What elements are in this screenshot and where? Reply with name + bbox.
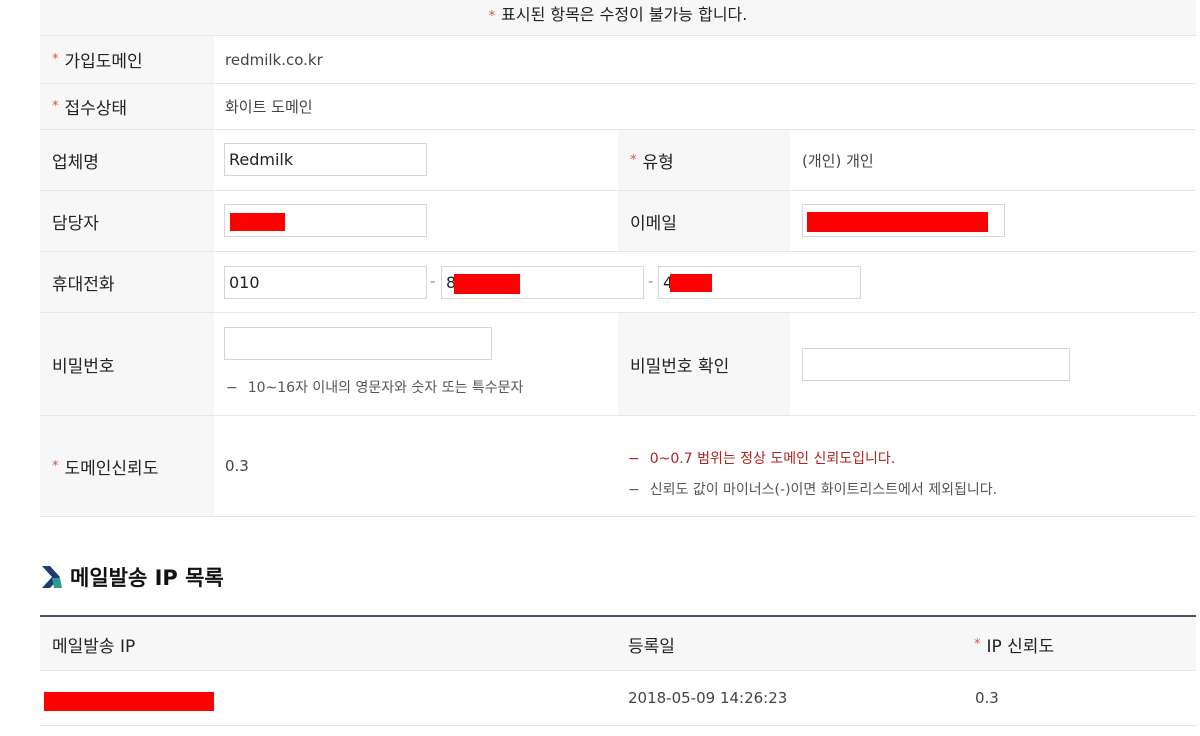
row-company: 업체명 *유형 (개인) 개인: [40, 130, 1196, 191]
value-domain: redmilk.co.kr: [225, 50, 323, 69]
value-type: (개인) 개인: [802, 151, 874, 170]
password-input[interactable]: [224, 327, 492, 360]
required-star: *: [52, 99, 59, 114]
label-status: * 접수상태: [40, 84, 214, 129]
trust-hint-normal: −0~0.7 범위는 정상 도메인 신뢰도입니다.: [628, 451, 896, 467]
ip-table-header: 메일발송 IP 등록일 * IP 신뢰도: [40, 615, 1196, 671]
row-manager: 담당자 이메일: [40, 191, 1196, 252]
label-password: 비밀번호: [40, 313, 214, 415]
required-star: *: [630, 152, 637, 168]
cell-trust: 0.3: [975, 689, 999, 707]
label-company: 업체명: [40, 130, 214, 190]
password-confirm-input[interactable]: [802, 348, 1070, 381]
label-email: 이메일: [618, 191, 790, 251]
value-trust: 0.3: [225, 457, 249, 475]
col-ip: 메일발송 IP: [52, 636, 136, 657]
redaction-mark: [44, 692, 214, 711]
required-star: *: [974, 636, 981, 652]
label-domain: * 가입도메인: [40, 36, 214, 83]
cell-date: 2018-05-09 14:26:23: [628, 689, 788, 707]
value-status: 화이트 도메인: [225, 98, 313, 116]
redaction-mark: [230, 213, 285, 231]
redaction-mark: [454, 274, 520, 294]
redaction-mark: [670, 274, 712, 292]
redaction-mark: [807, 212, 988, 232]
label-phone: 휴대전화: [40, 252, 214, 312]
company-input[interactable]: [224, 143, 427, 176]
readonly-notice: * 표시된 항목은 수정이 불가능 합니다.: [40, 0, 1196, 36]
required-star: *: [52, 52, 59, 67]
label-trust: * 도메인신뢰도: [40, 416, 214, 516]
required-star: *: [52, 458, 59, 474]
row-status: * 접수상태 화이트 도메인: [40, 84, 1196, 130]
password-hint: −10~16자 이내의 영문자와 숫자 또는 특수문자: [226, 380, 524, 396]
label-manager: 담당자: [40, 191, 214, 251]
notice-text: 표시된 항목은 수정이 불가능 합니다.: [501, 5, 748, 24]
section-title: 메일발송 IP 목록: [40, 562, 224, 592]
row-domain: * 가입도메인 redmilk.co.kr: [40, 36, 1196, 84]
phone-separator: -: [430, 272, 436, 290]
required-star: *: [488, 9, 496, 24]
label-password-confirm: 비밀번호 확인: [618, 313, 790, 415]
row-password: 비밀번호 −10~16자 이내의 영문자와 숫자 또는 특수문자 비밀번호 확인: [40, 313, 1196, 416]
trust-hint-negative: − 신뢰도 값이 마이너스(-)이면 화이트리스트에서 제외됩니다.: [628, 482, 998, 498]
col-trust: * IP 신뢰도: [974, 636, 1055, 657]
phone-separator: -: [648, 272, 654, 290]
row-phone: 휴대전화 - -: [40, 252, 1196, 313]
phone-part1-input[interactable]: [224, 266, 427, 299]
section-arrow-icon: [42, 566, 62, 588]
table-row: 2018-05-09 14:26:23 0.3: [40, 671, 1196, 726]
label-type: * 유형: [618, 130, 790, 190]
col-date: 등록일: [628, 636, 675, 657]
row-trust: * 도메인신뢰도 0.3 −0~0.7 범위는 정상 도메인 신뢰도입니다. − 신…: [40, 416, 1196, 517]
section-title-text: 메일발송 IP 목록: [70, 566, 224, 590]
